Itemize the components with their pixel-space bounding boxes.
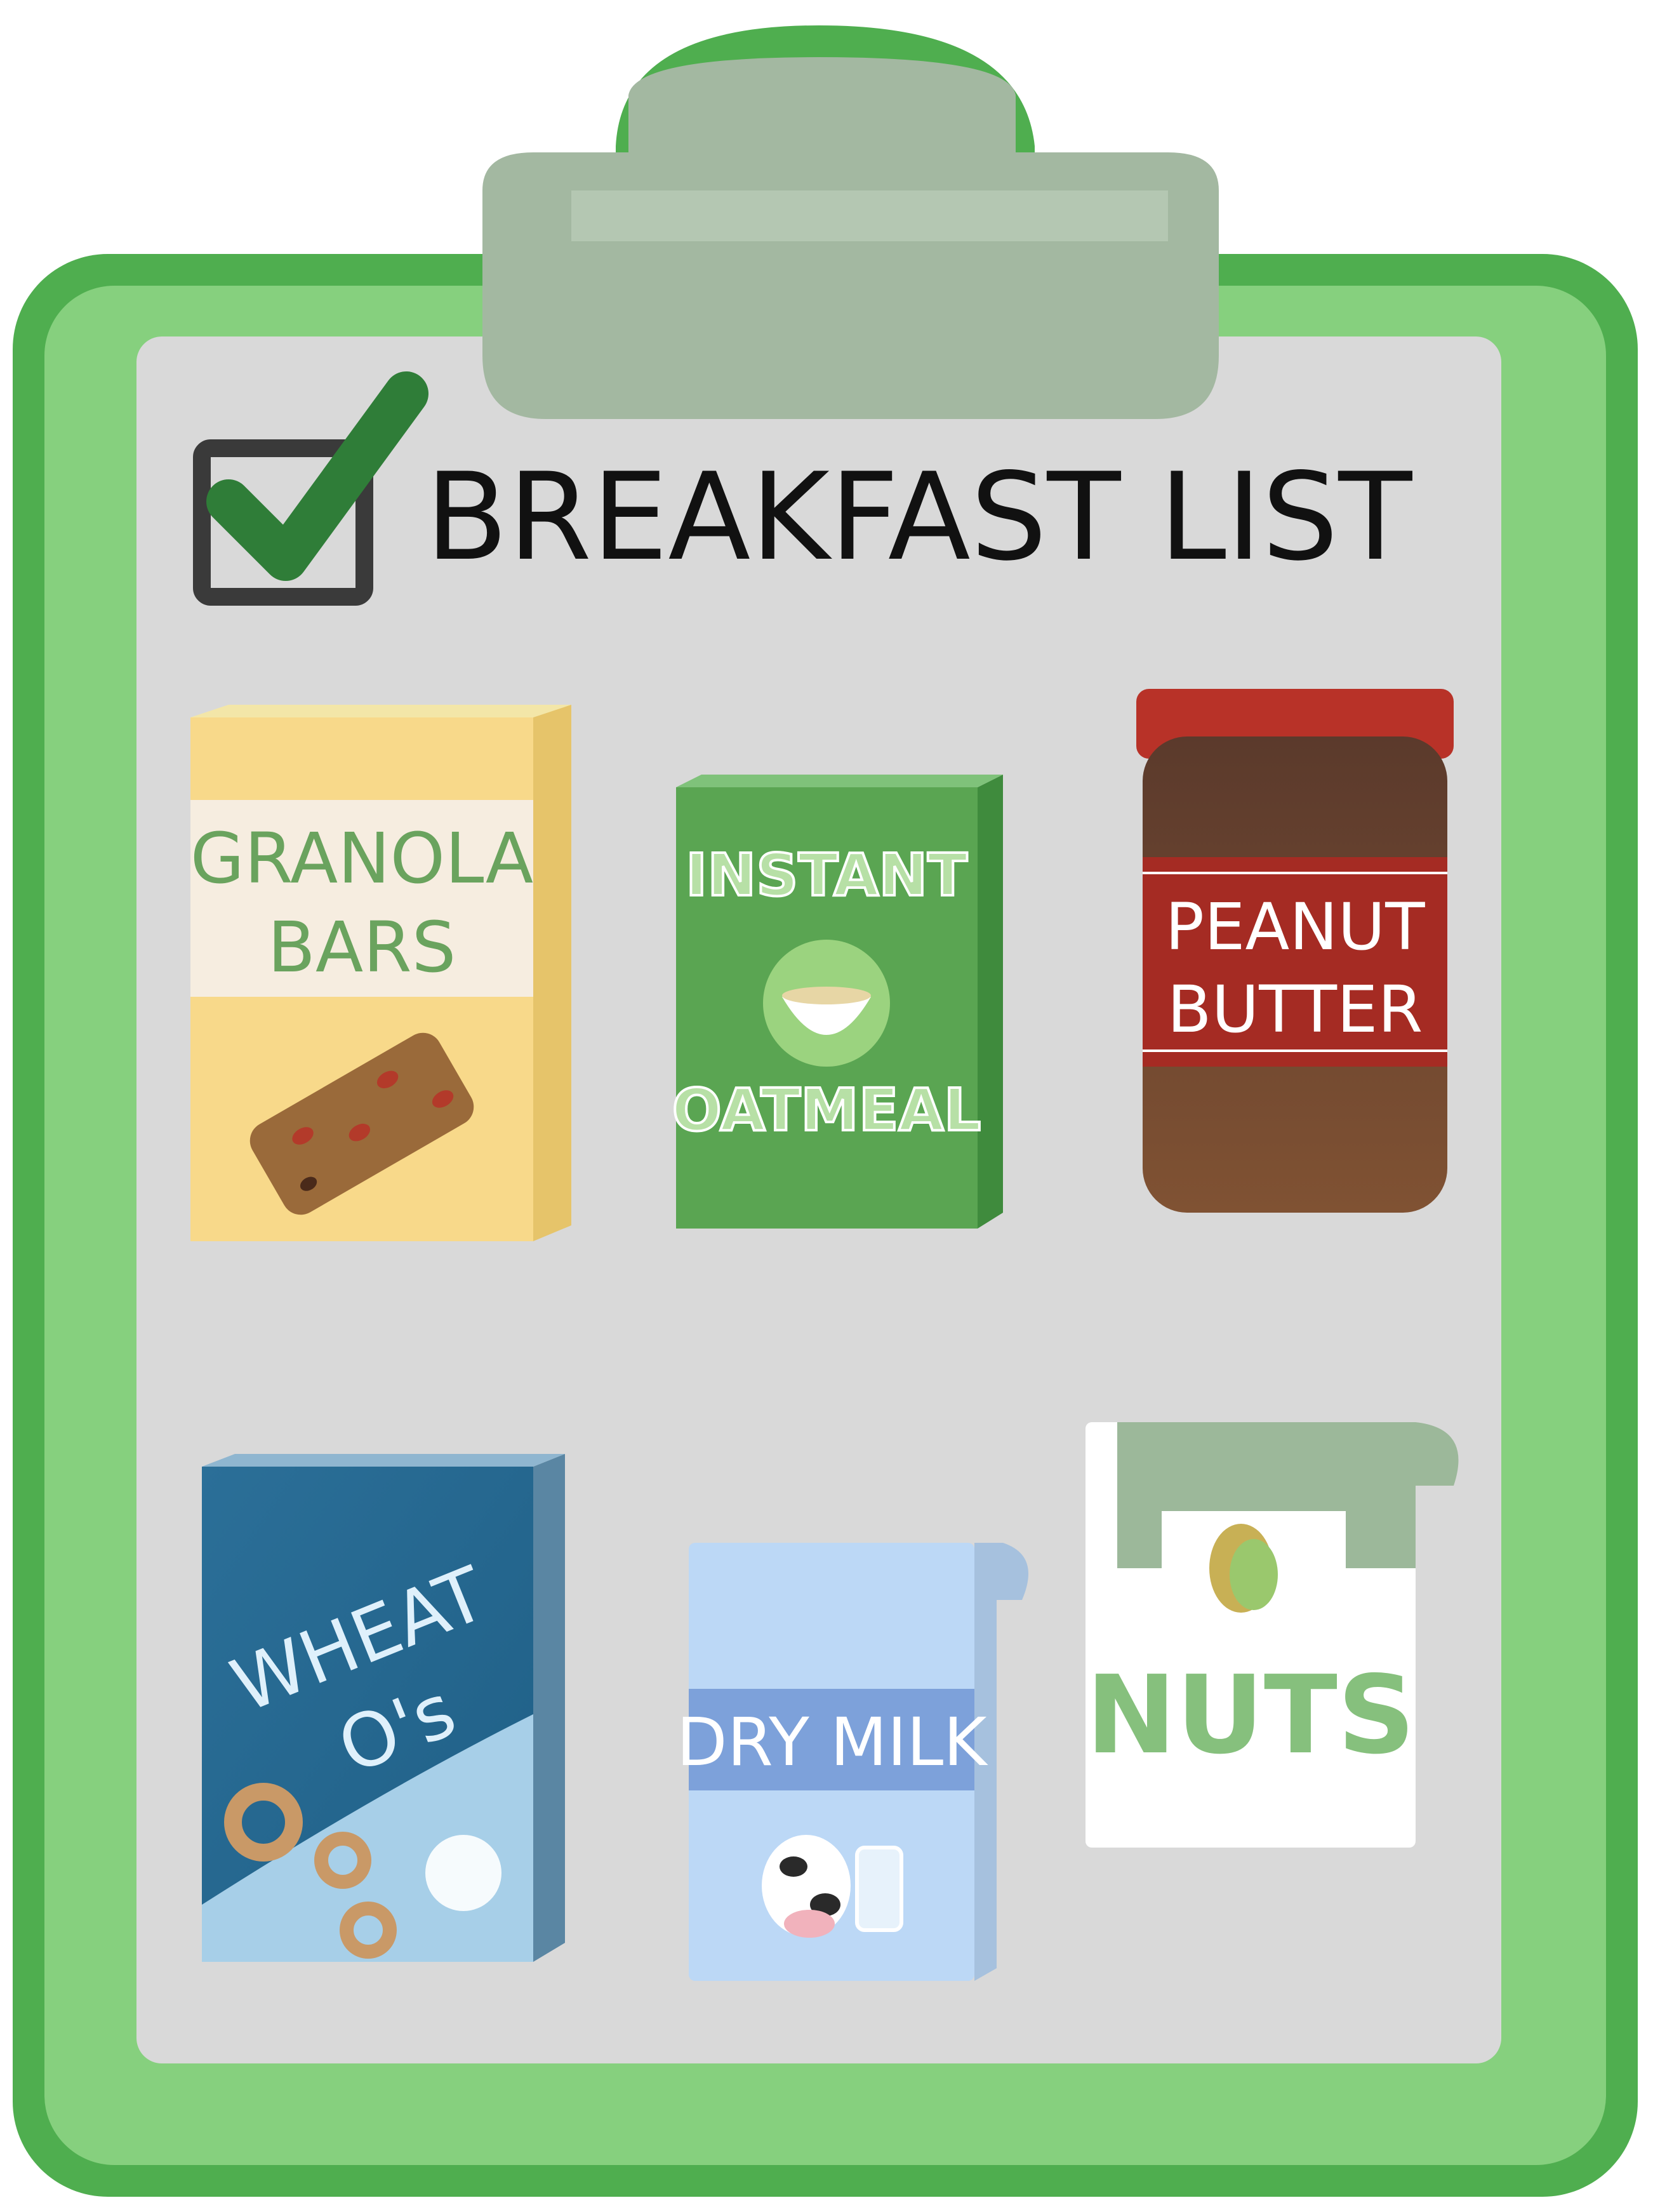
clip-grip: [628, 57, 1016, 178]
peanut-butter-label-line-1: PEANUT: [1165, 889, 1426, 965]
oatmeal-box-side: [978, 775, 1003, 1229]
oatmeal-box-top: [676, 775, 1003, 787]
dry-milk-label: DRY MILK: [677, 1703, 989, 1781]
peanut-butter-label-line-2: BUTTER: [1167, 972, 1423, 1048]
milk-glass-icon: [855, 1846, 903, 1932]
clip-highlight: [571, 190, 1168, 241]
nuts-bag: NUTS: [1085, 1422, 1459, 1848]
nuts-label: NUTS: [1086, 1653, 1416, 1778]
granola-label-line-2: BARS: [268, 907, 456, 988]
oatmeal-label-line-2: OATMEAL: [672, 1076, 981, 1144]
oatmeal-label-line-1: INSTANT: [686, 841, 967, 909]
wheat-os-box: WHEAT O's: [202, 1454, 565, 1962]
granola-bars-box: GRANOLA BARS: [190, 705, 571, 1241]
clipboard-clip: [482, 25, 1219, 419]
peanut-butter-jar: PEANUT BUTTER: [1136, 689, 1454, 1213]
wheat-box-side: [533, 1454, 565, 1962]
granola-box-top: [190, 705, 571, 717]
granola-label-line-1: GRANOLA: [190, 818, 533, 899]
instant-oatmeal-box: INSTANT OATMEAL: [671, 775, 1003, 1229]
breakfast-list-illustration: BREAKFAST LIST GRANOLA BARS INSTANT OATM…: [13, 25, 1638, 2197]
dry-milk-bag: DRY MILK: [677, 1543, 1028, 1981]
milk-splash-icon: [425, 1835, 501, 1911]
granola-box-side: [533, 705, 571, 1241]
page-title: BREAKFAST LIST: [425, 447, 1412, 587]
wheat-box-top: [202, 1454, 565, 1467]
